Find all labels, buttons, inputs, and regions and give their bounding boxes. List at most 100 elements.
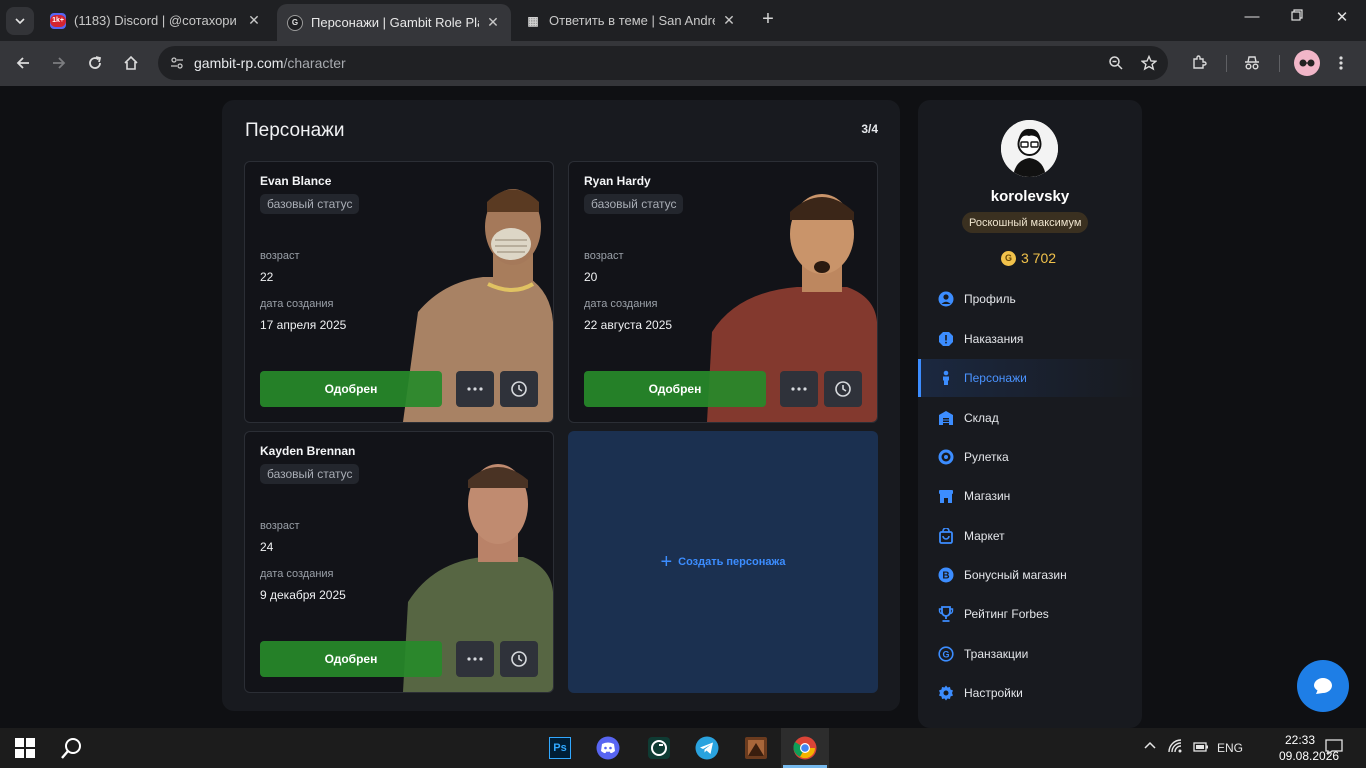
minimize-icon[interactable]: — (1240, 8, 1264, 25)
url-host: gambit-rp.com (194, 55, 284, 71)
sidebar-item-profile[interactable]: Профиль (918, 280, 1142, 318)
character-name: Kayden Brennan (260, 444, 356, 458)
notifications-icon[interactable] (1325, 739, 1343, 758)
battery-icon[interactable] (1193, 740, 1209, 757)
created-value: 9 декабря 2025 (260, 588, 346, 602)
ellipsis-icon (791, 387, 807, 391)
close-icon[interactable]: ✕ (246, 12, 262, 29)
plus-icon: + (660, 551, 673, 573)
history-icon (511, 381, 527, 397)
age-value: 22 (260, 270, 274, 284)
svg-text:G: G (942, 650, 949, 660)
chrome-icon[interactable] (791, 734, 819, 762)
more-options-button[interactable] (456, 371, 494, 407)
history-button[interactable] (824, 371, 862, 407)
shop-icon (937, 487, 955, 505)
sidebar-item-bonus-shop[interactable]: B Бонусный магазин (918, 556, 1142, 594)
photoshop-label: Ps (549, 737, 571, 759)
new-tab-button[interactable]: + (757, 9, 779, 31)
game-icon[interactable] (742, 734, 770, 762)
sidebar-item-characters[interactable]: Персонажи (918, 359, 1142, 397)
tab-search-button[interactable] (6, 7, 34, 35)
more-options-button[interactable] (780, 371, 818, 407)
incognito-icon[interactable] (1241, 52, 1263, 74)
more-options-button[interactable] (456, 641, 494, 677)
sidebar-item-label: Профиль (964, 292, 1016, 306)
character-name: Ryan Hardy (584, 174, 651, 188)
created-value: 22 августа 2025 (584, 318, 673, 332)
close-icon[interactable]: ✕ (721, 12, 737, 29)
tab-forum[interactable]: ▦ Ответить в теме | San Andreas ✕ (515, 5, 747, 36)
character-card[interactable]: Ryan Hardy базовый статус возраст 20 дат… (568, 161, 878, 423)
restore-icon[interactable] (1285, 8, 1309, 25)
url-text: gambit-rp.com/character (194, 55, 346, 71)
profile-avatar[interactable] (1294, 50, 1320, 76)
sidebar-item-label: Персонажи (964, 371, 1027, 385)
approved-button[interactable]: Одобрен (260, 641, 442, 677)
gambit-logo-icon: G (287, 14, 303, 31)
user-avatar-image (1001, 120, 1058, 177)
tab-strip: 1k+ (1183) Discord | @сотахори ✕ G Персо… (0, 0, 1366, 41)
create-character-label: Создать персонажа (678, 556, 786, 568)
history-button[interactable] (500, 371, 538, 407)
gta-launcher-icon[interactable] (645, 734, 673, 762)
approved-button[interactable]: Одобрен (584, 371, 766, 407)
system-clock[interactable]: 22:33 09.08.2026 (1279, 732, 1339, 764)
sidebar-item-shop[interactable]: Магазин (918, 477, 1142, 515)
sidebar-item-label: Склад (964, 411, 999, 425)
tab-title: Ответить в теме | San Andreas (549, 13, 715, 28)
username: korolevsky (990, 188, 1070, 205)
language-indicator[interactable]: ENG (1217, 741, 1243, 755)
photoshop-icon[interactable]: Ps (546, 734, 574, 762)
wifi-icon[interactable] (1168, 739, 1184, 756)
close-icon[interactable]: ✕ (485, 14, 501, 31)
support-chat-button[interactable] (1297, 660, 1349, 712)
character-card[interactable]: Evan Blance базовый статус возраст 22 да… (244, 161, 554, 423)
reload-icon[interactable] (84, 52, 106, 74)
search-icon[interactable] (58, 734, 86, 762)
approved-button[interactable]: Одобрен (260, 371, 442, 407)
history-icon (511, 651, 527, 667)
tab-discord[interactable]: 1k+ (1183) Discord | @сотахори ✕ (40, 5, 272, 36)
character-card[interactable]: Kayden Brennan базовый статус возраст 24… (244, 431, 554, 693)
age-value: 24 (260, 540, 274, 554)
sidebar-item-forbes[interactable]: Рейтинг Forbes (918, 595, 1142, 633)
tray-chevron-up-icon[interactable] (1143, 739, 1157, 756)
menu-kebab-icon[interactable] (1330, 52, 1352, 74)
character-name: Evan Blance (260, 174, 332, 188)
characters-panel: Персонажи 3/4 Evan Blance базовый статус… (222, 100, 900, 711)
user-icon (937, 290, 955, 308)
extensions-icon[interactable] (1188, 52, 1210, 74)
sidebar-item-roulette[interactable]: Рулетка (918, 438, 1142, 476)
sidebar-item-label: Магазин (964, 489, 1011, 503)
sidebar-item-transactions[interactable]: G Транзакции (918, 635, 1142, 673)
create-character-button[interactable]: + Создать персонажа (568, 431, 878, 693)
windows-start-icon[interactable] (11, 734, 39, 762)
warehouse-icon (937, 409, 955, 427)
discord-badge-icon: 1k+ (50, 12, 66, 29)
tab-gambit[interactable]: G Персонажи | Gambit Role Play ✕ (277, 4, 511, 41)
sidebar-item-punishments[interactable]: Наказания (918, 320, 1142, 358)
sidebar-item-settings[interactable]: Настройки (918, 674, 1142, 712)
back-icon[interactable] (12, 52, 34, 74)
history-button[interactable] (500, 641, 538, 677)
site-settings-icon[interactable] (166, 52, 188, 74)
status-badge: базовый статус (260, 464, 360, 484)
age-label: возраст (584, 250, 624, 262)
home-icon[interactable] (120, 52, 142, 74)
sidebar-item-warehouse[interactable]: Склад (918, 399, 1142, 437)
bookmark-star-icon[interactable] (1139, 53, 1159, 73)
discord-icon[interactable] (594, 734, 622, 762)
age-label: возраст (260, 250, 300, 262)
address-bar[interactable]: gambit-rp.com/character (158, 46, 1168, 80)
telegram-icon[interactable] (693, 734, 721, 762)
sidebar-item-label: Настройки (964, 686, 1023, 700)
sidebar-item-label: Наказания (964, 332, 1024, 346)
forum-icon: ▦ (527, 13, 539, 28)
forward-icon[interactable] (48, 52, 70, 74)
zoom-icon[interactable] (1106, 53, 1126, 73)
sidebar-item-market[interactable]: Маркет (918, 517, 1142, 555)
close-window-icon[interactable]: ✕ (1330, 8, 1354, 26)
created-label: дата создания (260, 298, 334, 310)
created-value: 17 апреля 2025 (260, 318, 347, 332)
